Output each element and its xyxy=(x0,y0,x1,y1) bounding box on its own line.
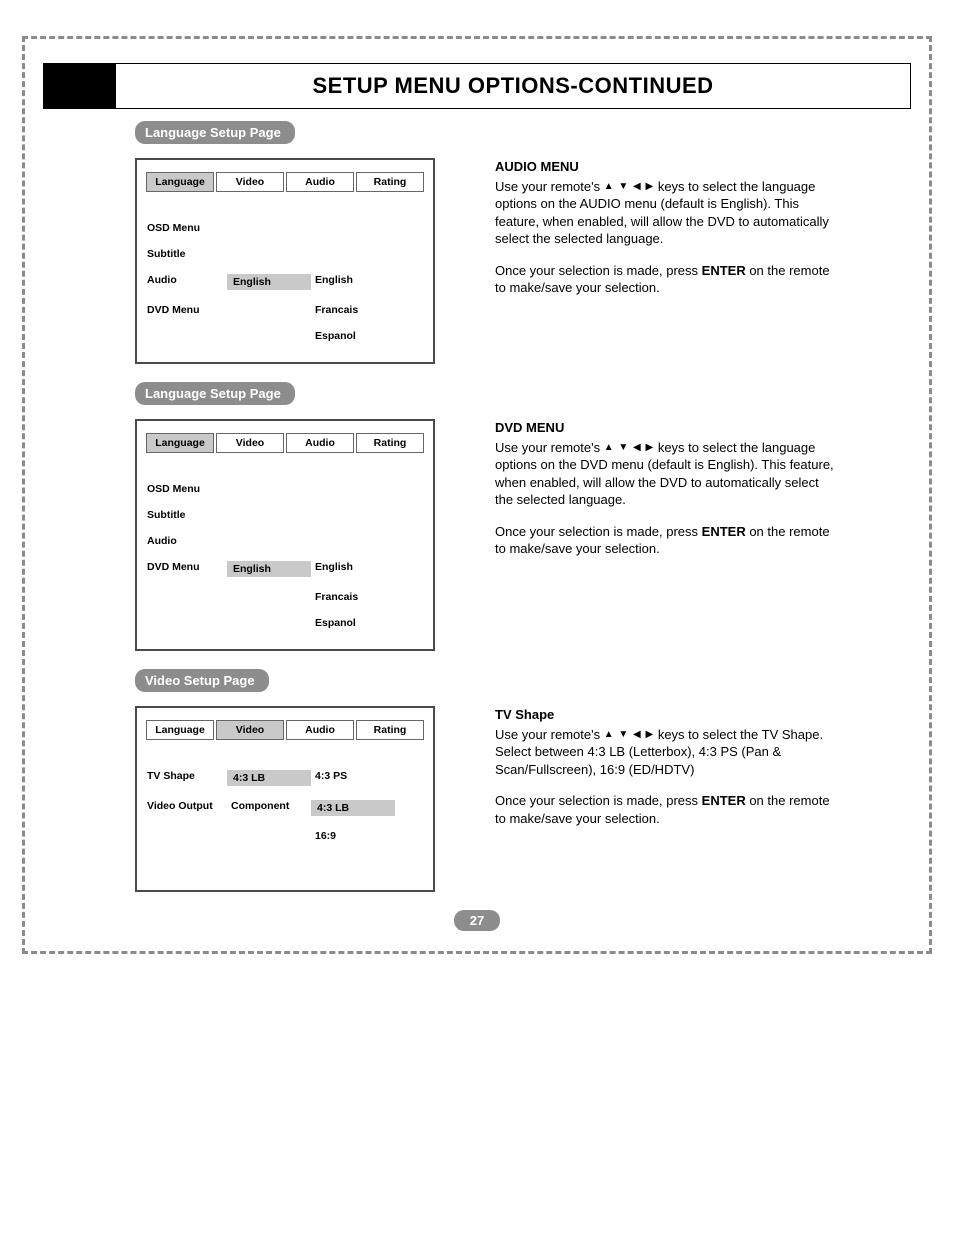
menu-option-43lb: 4:3 LB xyxy=(311,800,395,816)
menu-screenshot-video: Language Video Audio Rating TV Shape 4:3… xyxy=(135,706,435,892)
desc-heading-audio: AUDIO MENU xyxy=(495,158,835,176)
menu-tabs: Language Video Audio Rating xyxy=(145,720,425,740)
menu-tabs: Language Video Audio Rating xyxy=(145,433,425,453)
menu-tab-video: Video xyxy=(216,172,284,192)
section-tab-video: Video Setup Page xyxy=(135,669,269,692)
description-dvd: DVD MENU Use your remote's ▲ ▼ ◀ ▶ keys … xyxy=(495,419,835,572)
page-title: SETUP MENU OPTIONS-CONTINUED xyxy=(116,64,910,108)
menu-item-osd: OSD Menu xyxy=(147,483,227,495)
menu-tab-language: Language xyxy=(146,172,214,192)
menu-tabs: Language Video Audio Rating xyxy=(145,172,425,192)
menu-value-dvd: English xyxy=(227,561,311,577)
menu-screenshot-audio: Language Video Audio Rating OSD Menu Sub… xyxy=(135,158,435,364)
menu-option-169: 16:9 xyxy=(315,830,395,842)
menu-screenshot-dvd: Language Video Audio Rating OSD Menu Sub… xyxy=(135,419,435,651)
desc-p1-audio: Use your remote's ▲ ▼ ◀ ▶ keys to select… xyxy=(495,178,835,248)
menu-tab-rating: Rating xyxy=(356,433,424,453)
menu-tab-rating: Rating xyxy=(356,172,424,192)
section-tab-language-2: Language Setup Page xyxy=(135,382,295,405)
desc-heading-dvd: DVD MENU xyxy=(495,419,835,437)
menu-option-espanol: Espanol xyxy=(315,330,395,342)
menu-item-videoout: Video Output xyxy=(147,800,227,816)
menu-tab-rating: Rating xyxy=(356,720,424,740)
desc-p1-video: Use your remote's ▲ ▼ ◀ ▶ keys to select… xyxy=(495,726,835,779)
menu-item-subtitle: Subtitle xyxy=(147,248,227,260)
menu-tab-video: Video xyxy=(216,720,284,740)
menu-option-espanol: Espanol xyxy=(315,617,395,629)
menu-tab-language: Language xyxy=(146,433,214,453)
desc-p2-dvd: Once your selection is made, press ENTER… xyxy=(495,523,835,558)
menu-tab-language: Language xyxy=(146,720,214,740)
menu-option-43ps: 4:3 PS xyxy=(315,770,395,786)
title-bar: SETUP MENU OPTIONS-CONTINUED xyxy=(43,63,911,109)
menu-tab-video: Video xyxy=(216,433,284,453)
menu-option-francais: Francais xyxy=(315,591,395,603)
page-number: 27 xyxy=(454,910,500,931)
menu-tab-audio: Audio xyxy=(286,172,354,192)
menu-tab-audio: Audio xyxy=(286,433,354,453)
menu-body: TV Shape 4:3 LB 4:3 PS Video Output Comp… xyxy=(145,770,425,870)
menu-tab-audio: Audio xyxy=(286,720,354,740)
section-row-2: Language Video Audio Rating OSD Menu Sub… xyxy=(25,419,929,651)
section-row-1: Language Video Audio Rating OSD Menu Sub… xyxy=(25,158,929,364)
section-tab-language-1: Language Setup Page xyxy=(135,121,295,144)
menu-item-osd: OSD Menu xyxy=(147,222,227,234)
menu-value-tvshape: 4:3 LB xyxy=(227,770,311,786)
arrow-keys-icon: ▲ ▼ ◀ ▶ xyxy=(604,728,655,742)
desc-heading-video: TV Shape xyxy=(495,706,835,724)
desc-p1-dvd: Use your remote's ▲ ▼ ◀ ▶ keys to select… xyxy=(495,439,835,509)
menu-item-audio: Audio xyxy=(147,274,227,290)
menu-option-francais: Francais xyxy=(315,304,395,316)
section-row-3: Language Video Audio Rating TV Shape 4:3… xyxy=(25,706,929,892)
arrow-keys-icon: ▲ ▼ ◀ ▶ xyxy=(604,441,655,455)
title-black-box xyxy=(44,64,116,108)
arrow-keys-icon: ▲ ▼ ◀ ▶ xyxy=(604,180,655,194)
menu-value-videoout: Component xyxy=(231,800,311,816)
menu-item-dvd: DVD Menu xyxy=(147,304,227,316)
menu-body: OSD Menu Subtitle Audio DVD Menu English… xyxy=(145,483,425,629)
desc-p2-video: Once your selection is made, press ENTER… xyxy=(495,792,835,827)
page-frame: SETUP MENU OPTIONS-CONTINUED Language Se… xyxy=(22,36,932,954)
menu-item-dvd: DVD Menu xyxy=(147,561,227,577)
menu-body: OSD Menu Subtitle Audio English English … xyxy=(145,222,425,342)
description-video: TV Shape Use your remote's ▲ ▼ ◀ ▶ keys … xyxy=(495,706,835,841)
description-audio: AUDIO MENU Use your remote's ▲ ▼ ◀ ▶ key… xyxy=(495,158,835,311)
menu-item-tvshape: TV Shape xyxy=(147,770,227,786)
menu-option-english: English xyxy=(315,561,395,577)
menu-item-audio: Audio xyxy=(147,535,227,547)
page-number-wrap: 27 xyxy=(25,910,929,931)
desc-p2-audio: Once your selection is made, press ENTER… xyxy=(495,262,835,297)
menu-option-english: English xyxy=(315,274,395,290)
menu-value-audio: English xyxy=(227,274,311,290)
menu-item-subtitle: Subtitle xyxy=(147,509,227,521)
